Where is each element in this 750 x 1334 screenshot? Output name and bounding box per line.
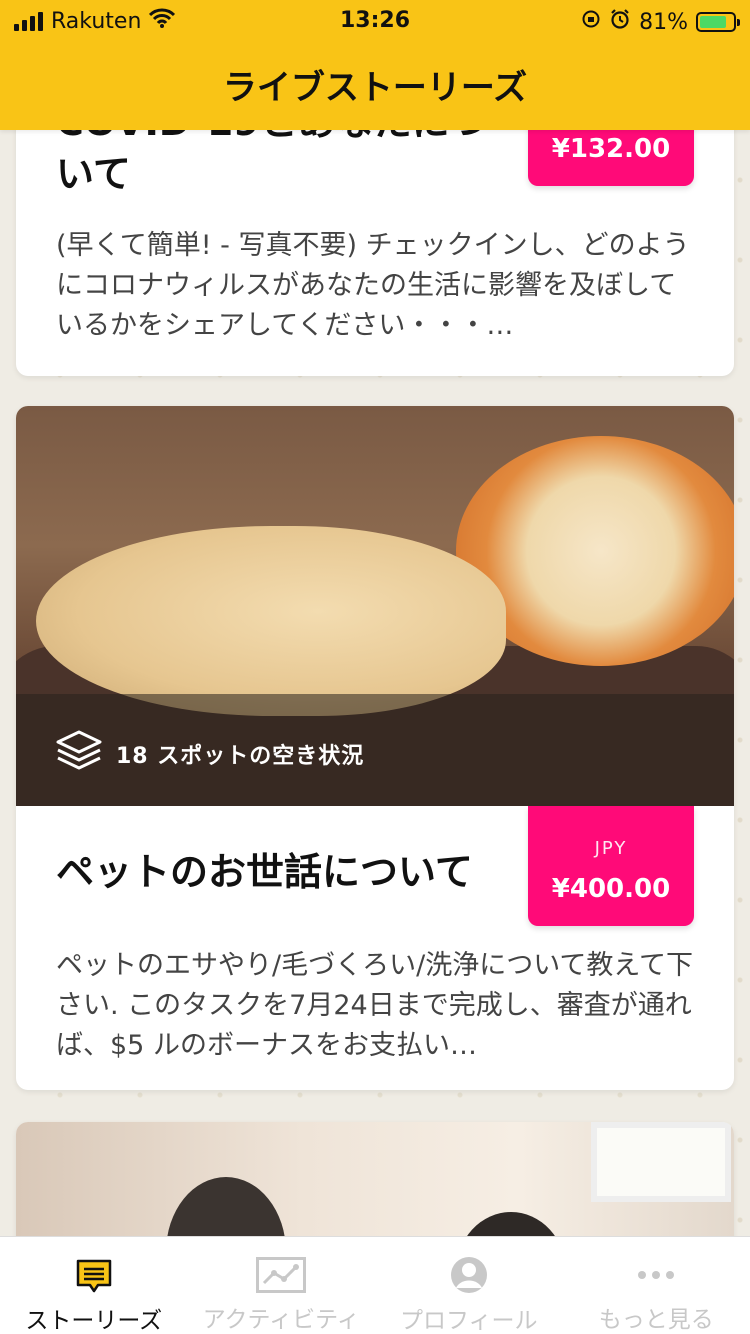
tab-activity[interactable]: アクティビティ: [188, 1237, 376, 1334]
activity-chart-icon: [256, 1255, 307, 1294]
status-bar: Rakuten 13:26 81%: [0, 0, 750, 40]
page-title: ライブストーリーズ: [222, 68, 528, 108]
price-amount: ¥400.00: [551, 874, 671, 904]
price-currency: JPY: [594, 838, 628, 859]
story-description: (早くて簡単! - 写真不要) チェックインし、どのようにコロナウィルスがあなた…: [56, 230, 690, 341]
layers-icon: [56, 730, 102, 778]
story-feed: COVID-19とあなたについて ¥132.00 (早くて簡単! - 写真不要)…: [0, 0, 750, 1334]
tab-label: アクティビティ: [202, 1307, 360, 1333]
spots-available: 18 スポットの空き状況: [56, 730, 364, 778]
tab-stories[interactable]: ストーリーズ: [0, 1237, 188, 1334]
tab-label: ストーリーズ: [25, 1308, 163, 1334]
price-badge: JPY ¥400.00: [528, 806, 694, 926]
story-title: ペットのお世話について: [56, 850, 473, 894]
story-description: ペットのエサやり/毛づくろい/洗浄について教えて下さい. このタスクを7月24日…: [56, 950, 694, 1061]
sleeping-dog: [36, 526, 506, 716]
spots-text: 18 スポットの空き状況: [116, 744, 365, 769]
tab-label: プロフィール: [399, 1308, 538, 1334]
profile-icon: [444, 1255, 494, 1295]
battery-icon: [696, 12, 740, 32]
battery-level: [700, 16, 726, 28]
tab-bar: ストーリーズ アクティビティ プロフィール もっと見る: [0, 1236, 750, 1334]
alarm-icon: [609, 8, 631, 36]
battery-percent: 81%: [639, 9, 688, 35]
price-amount: ¥132.00: [551, 134, 671, 164]
more-dots-icon: [631, 1255, 681, 1294]
tab-more[interactable]: もっと見る: [563, 1237, 750, 1334]
stories-icon: [69, 1255, 119, 1295]
story-card[interactable]: 18 スポットの空き状況 JPY ¥400.00 ペットのお世話について ペット…: [16, 406, 734, 1090]
tab-profile[interactable]: プロフィール: [375, 1237, 563, 1334]
top-bar: Rakuten 13:26 81% ライブストーリーズ: [0, 0, 750, 130]
story-photo: 18 スポットの空き状況: [16, 406, 734, 806]
orientation-lock-icon: [581, 9, 601, 35]
window: [591, 1122, 731, 1202]
tab-label: もっと見る: [598, 1307, 714, 1333]
